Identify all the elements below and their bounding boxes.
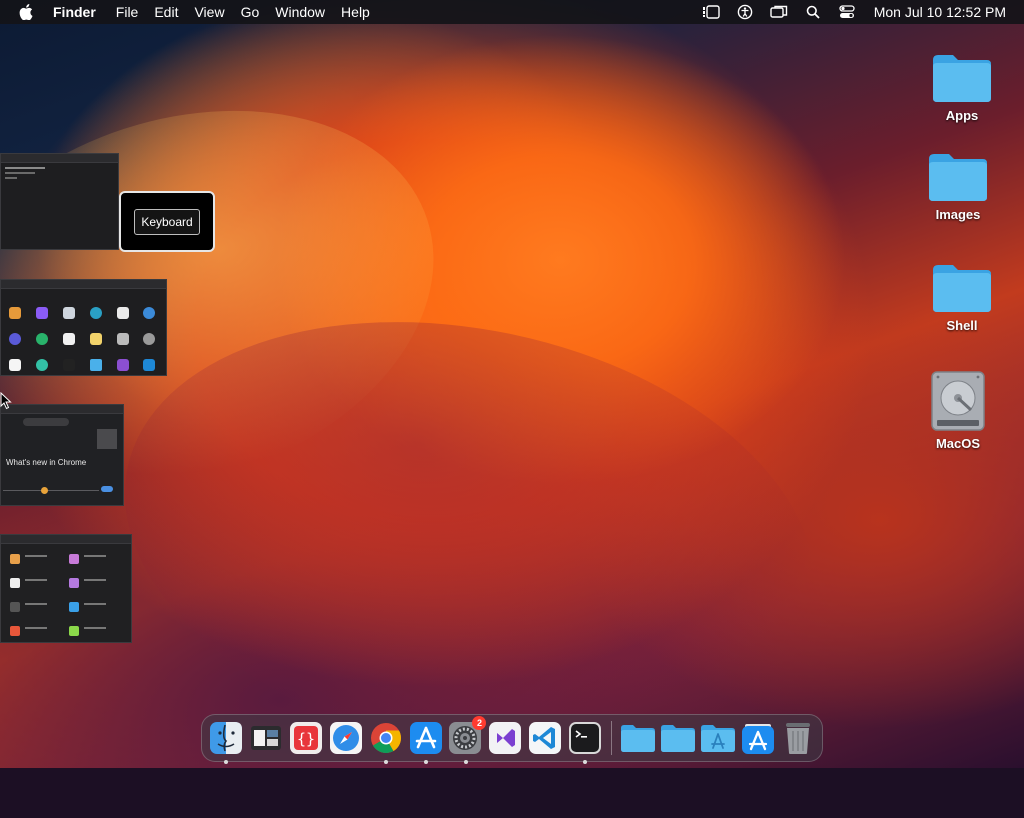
app-grid-window-thumbnail[interactable] (0, 279, 167, 376)
folder-icon (621, 725, 656, 752)
svg-text:{}: {} (297, 730, 315, 748)
thumbnail-title-bar (1, 405, 123, 414)
menu-file[interactable]: File (108, 0, 147, 24)
notification-badge: 2 (472, 716, 487, 730)
chrome-progress-track (3, 490, 99, 491)
chrome-whats-new-text: What's new in Chrome (6, 458, 87, 467)
desktop-icon-label: Shell (946, 318, 978, 333)
chrome-icon (370, 723, 401, 754)
terminal-content-preview (5, 167, 45, 179)
folder-icon (933, 55, 991, 102)
keyboard-tooltip[interactable]: Keyboard (119, 191, 215, 252)
desktop-icon-macos[interactable]: MacOS (918, 370, 998, 451)
chrome-next-button (101, 486, 113, 492)
dock-trash[interactable] (780, 720, 816, 756)
menu-window[interactable]: Window (267, 0, 333, 24)
dock-visual-studio[interactable] (487, 720, 523, 756)
desktop-icon-label: Images (935, 207, 981, 222)
chrome-window-thumbnail[interactable]: What's new in Chrome (0, 404, 124, 506)
thumbnail-title-bar (1, 154, 118, 163)
dock-split-screen[interactable] (248, 720, 284, 756)
dock-brackets[interactable]: {} (288, 720, 324, 756)
applications-folder-icon (701, 725, 736, 752)
chrome-illustration (97, 429, 117, 449)
dock-applications-stack[interactable] (700, 720, 736, 756)
keyboard-button[interactable]: Keyboard (134, 208, 200, 235)
dock-folder-stack-1[interactable] (620, 720, 656, 756)
safari-compass-icon (329, 722, 362, 754)
dock-downloads-stack[interactable] (740, 720, 776, 756)
status-area: Mon Jul 10 12:52 PM (694, 0, 1024, 24)
terminal-window-thumbnail[interactable] (0, 153, 119, 250)
menu-edit[interactable]: Edit (146, 0, 186, 24)
control-center-icon[interactable] (838, 4, 856, 20)
desktop-icon-apps[interactable]: Apps (922, 52, 1002, 123)
folder-icon (929, 154, 987, 201)
app-store-window-thumbnail[interactable] (0, 534, 132, 643)
running-indicator (423, 760, 428, 764)
desktop-icon-label: MacOS (935, 436, 981, 451)
menu-bar: Finder File Edit View Go Window Help Mon… (0, 0, 1024, 24)
desktop-wallpaper (0, 0, 1024, 768)
dock-terminal[interactable] (567, 720, 603, 764)
menu-clock[interactable]: Mon Jul 10 12:52 PM (874, 4, 1006, 20)
hard-drive-icon (931, 371, 985, 431)
menu-go[interactable]: Go (233, 0, 268, 24)
apple-logo-icon[interactable] (17, 3, 35, 21)
dock: {} 2 (201, 714, 823, 764)
finder-icon (209, 722, 242, 754)
dock-system-settings[interactable]: 2 (448, 716, 487, 764)
dock-folder-stack-2[interactable] (660, 720, 696, 756)
thumbnail-title-bar (1, 280, 166, 289)
mouse-cursor-icon (0, 392, 12, 410)
menu-view[interactable]: View (186, 0, 232, 24)
desktop-icon-shell[interactable]: Shell (922, 262, 1002, 333)
split-screen-icon (250, 726, 281, 750)
accessibility-icon[interactable] (736, 4, 754, 20)
running-indicator (463, 760, 468, 764)
chrome-logo-dot (41, 487, 48, 494)
thumbnail-title-bar (1, 535, 131, 544)
app-store-list-preview (10, 554, 106, 636)
app-store-icon (409, 722, 442, 754)
search-icon[interactable] (804, 4, 822, 20)
running-indicator (383, 760, 388, 764)
stage-manager-icon[interactable] (702, 4, 720, 20)
dock-finder[interactable] (208, 720, 244, 764)
code-braces-icon: {} (289, 722, 322, 754)
dock-safari[interactable] (328, 720, 364, 756)
terminal-icon (569, 722, 602, 754)
screen-mirroring-icon[interactable] (770, 4, 788, 20)
vscode-icon (529, 722, 562, 754)
folder-icon (661, 725, 696, 752)
trash-icon (786, 723, 811, 754)
chrome-search-pill (23, 418, 69, 426)
desktop-icon-images[interactable]: Images (918, 151, 998, 222)
dock-chrome[interactable] (368, 720, 404, 764)
dock-app-store[interactable] (408, 720, 444, 764)
folder-icon (933, 265, 991, 312)
app-grid-preview (9, 307, 155, 371)
running-indicator (224, 760, 228, 764)
app-store-download-icon (742, 724, 775, 754)
menu-app-finder[interactable]: Finder (49, 0, 108, 24)
menu-help[interactable]: Help (333, 0, 378, 24)
dock-vscode[interactable] (527, 720, 563, 756)
dock-separator (611, 721, 613, 755)
visual-studio-icon (489, 722, 522, 754)
desktop-icon-label: Apps (945, 108, 979, 123)
